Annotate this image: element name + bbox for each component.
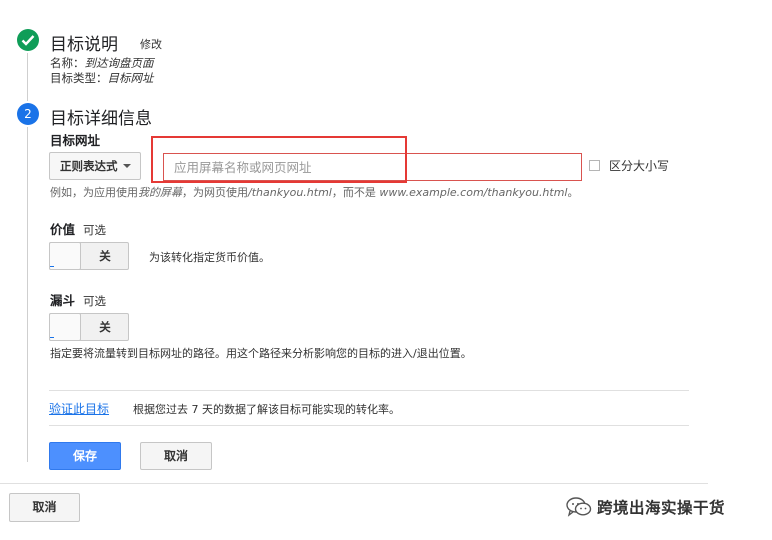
step2-number-badge: 2 — [17, 103, 39, 125]
step-connector — [27, 127, 28, 462]
step-connector — [27, 53, 28, 101]
step1-title: 目标说明 — [50, 35, 118, 55]
edit-link[interactable]: 修改 — [140, 36, 162, 52]
funnel-note: 指定要将流量转到目标网址的路径。用这个路径来分析影响您的目标的进入/退出位置。 — [50, 347, 472, 360]
save-button[interactable]: 保存 — [49, 442, 121, 470]
toggle-state-label: 关 — [99, 249, 111, 263]
match-type-value: 正则表达式 — [60, 159, 118, 173]
case-sensitive-label: 区分大小写 — [609, 159, 670, 173]
step-complete-icon — [17, 29, 39, 51]
step2-title: 目标详细信息 — [50, 109, 152, 129]
funnel-label: 漏斗 可选 — [50, 290, 106, 309]
goal-name-row: 名称：到达询盘页面 — [50, 55, 154, 71]
value-toggle[interactable]: 关 — [49, 242, 129, 270]
divider — [0, 483, 708, 484]
wechat-icon — [566, 497, 592, 517]
goal-name-value: 到达询盘页面 — [84, 56, 154, 70]
funnel-label-text: 漏斗 — [50, 293, 76, 308]
verify-description: 根据您过去 7 天的数据了解该目标可能实现的转化率。 — [133, 403, 400, 416]
cancel-button[interactable]: 取消 — [140, 442, 212, 470]
verify-goal-link[interactable]: 验证此目标 — [49, 400, 109, 417]
destination-url-input[interactable] — [163, 153, 582, 181]
destination-label: 目标网址 — [50, 133, 101, 148]
value-note: 为该转化指定货币价值。 — [149, 251, 270, 264]
hint-example-screen: 我的屏幕 — [138, 186, 182, 199]
hint-example-path: /thankyou.html — [248, 186, 332, 199]
hint-example-url: www.example.com/thankyou.html — [379, 186, 568, 199]
watermark-text: 跨境出海实操干货 — [597, 499, 726, 517]
hint-text: ，而不是 — [331, 186, 376, 199]
destination-hint: 例如，为应用使用我的屏幕，为网页使用/thankyou.html，而不是 www… — [50, 184, 579, 200]
toggle-knob — [49, 313, 81, 341]
divider — [49, 390, 689, 391]
hint-text: 例如，为应用使用 — [50, 186, 138, 199]
hint-text: 。 — [567, 186, 579, 199]
optional-tag: 可选 — [83, 223, 107, 237]
chevron-down-icon — [123, 164, 131, 168]
toggle-state-label: 关 — [99, 320, 111, 334]
goal-name-label: 名称： — [50, 56, 85, 70]
funnel-toggle[interactable]: 关 — [49, 313, 129, 341]
toggle-knob — [49, 242, 81, 270]
divider — [49, 425, 689, 426]
goal-type-value: 目标网址 — [107, 71, 154, 85]
case-sensitive-checkbox[interactable] — [589, 160, 600, 171]
value-label-text: 价值 — [50, 222, 76, 237]
optional-tag: 可选 — [83, 294, 107, 308]
match-type-dropdown[interactable]: 正则表达式 — [49, 152, 141, 180]
goal-type-row: 目标类型：目标网址 — [50, 70, 154, 86]
outer-cancel-button[interactable]: 取消 — [9, 493, 80, 522]
hint-text: ，为网页使用 — [182, 186, 248, 199]
goal-type-label: 目标类型： — [50, 71, 108, 85]
value-label: 价值 可选 — [50, 219, 106, 238]
